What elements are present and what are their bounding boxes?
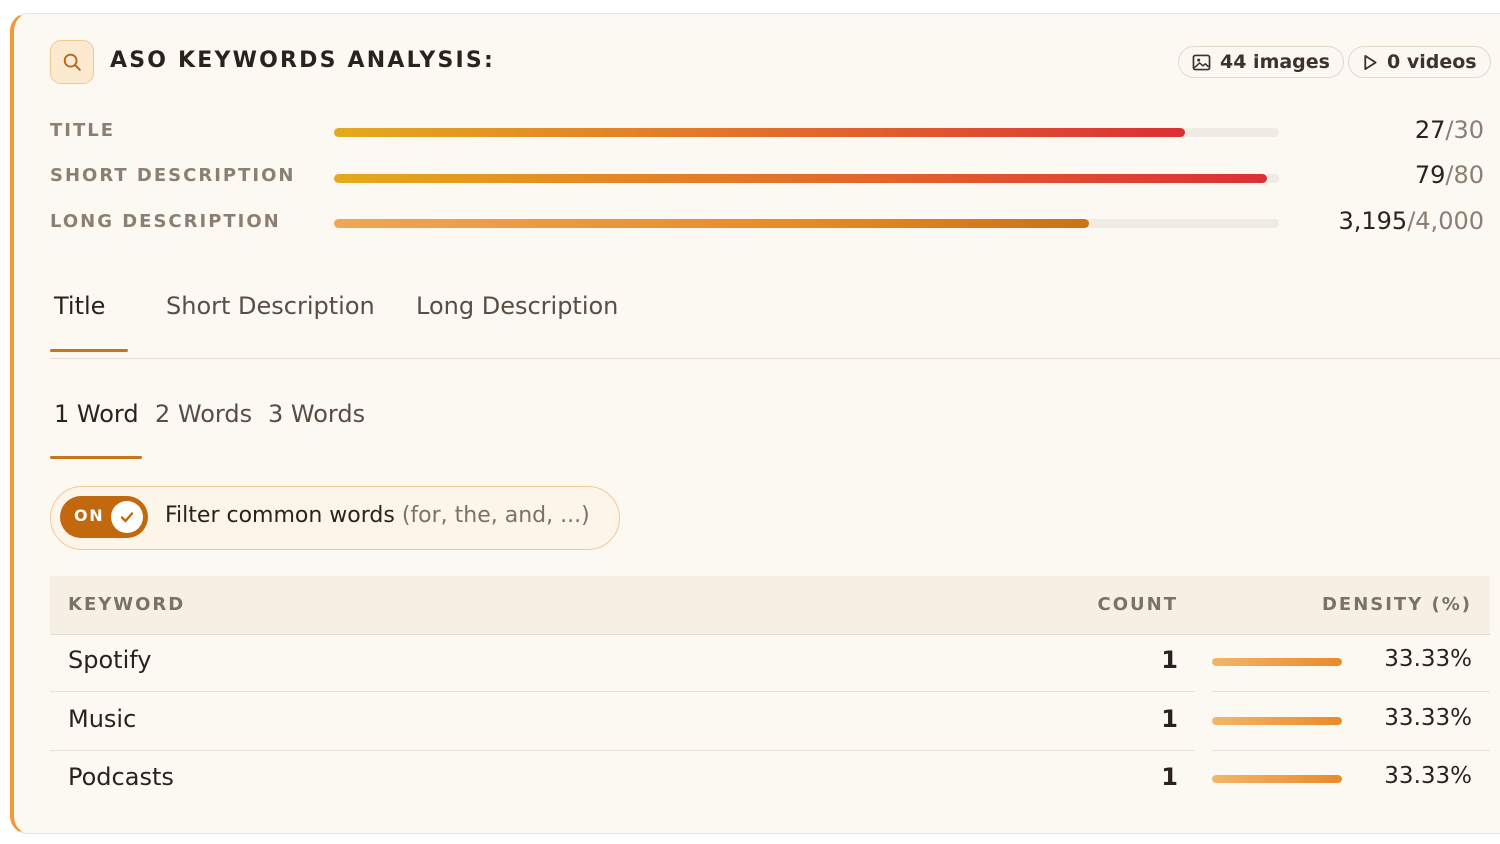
tab-2-words[interactable]: 2 Words <box>155 400 252 428</box>
row-divider <box>50 691 1195 692</box>
density-bar-fill <box>1212 658 1342 666</box>
density-cell: 33.33% <box>1384 763 1472 789</box>
table-header: KEYWORD COUNT DENSITY (%) <box>50 576 1490 635</box>
tab-long-description[interactable]: Long Description <box>416 292 618 320</box>
active-tab-indicator <box>50 349 128 352</box>
count-cell: 1 <box>1161 646 1178 674</box>
search-icon <box>63 53 81 71</box>
density-bar-fill <box>1212 775 1342 783</box>
tabs-divider <box>50 358 1500 359</box>
aso-keywords-card: ASO KEYWORDS ANALYSIS: 44 images 0 video… <box>10 13 1500 834</box>
metric-label-title: TITLE <box>50 120 116 141</box>
keyword-cell: Music <box>68 705 137 733</box>
active-word-tab-indicator <box>50 456 142 459</box>
toggle-state-label: ON <box>74 506 105 525</box>
row-divider <box>1212 691 1490 692</box>
metric-value-short-description: 79/80 <box>1414 161 1484 189</box>
metric-value-long-description: 3,195/4,000 <box>1338 207 1484 235</box>
check-icon <box>120 512 134 523</box>
count-cell: 1 <box>1161 705 1178 733</box>
tab-3-words[interactable]: 3 Words <box>268 400 365 428</box>
filter-hint: (for, the, and, ...) <box>401 503 590 528</box>
column-header-count[interactable]: COUNT <box>1098 594 1178 615</box>
image-icon <box>1192 54 1211 70</box>
metric-bar-short-description <box>334 174 1279 183</box>
table-row: Music 1 33.33% <box>50 693 1490 751</box>
density-bar-fill <box>1212 717 1342 725</box>
metric-label-short-description: SHORT DESCRIPTION <box>50 165 296 186</box>
table-row: Spotify 1 33.33% <box>50 634 1490 692</box>
metric-bar-title <box>334 128 1279 137</box>
videos-badge[interactable]: 0 videos <box>1348 46 1491 78</box>
density-cell: 33.33% <box>1384 705 1472 731</box>
metric-value-title: 27/30 <box>1414 116 1484 144</box>
images-badge[interactable]: 44 images <box>1178 46 1344 78</box>
tab-title[interactable]: Title <box>54 292 105 320</box>
metric-bar-fill <box>334 174 1268 183</box>
density-bar <box>1212 775 1342 783</box>
metric-bar-fill <box>334 128 1185 137</box>
filter-common-words: ON Filter common words (for, the, and, .… <box>50 486 620 550</box>
tab-short-description[interactable]: Short Description <box>166 292 375 320</box>
images-count: 44 images <box>1220 51 1330 73</box>
count-cell: 1 <box>1161 763 1178 791</box>
videos-count: 0 videos <box>1387 51 1477 73</box>
density-bar <box>1212 658 1342 666</box>
column-header-density[interactable]: DENSITY (%) <box>1322 594 1472 615</box>
search-icon-box[interactable] <box>50 40 94 84</box>
column-header-keyword[interactable]: KEYWORD <box>68 594 185 615</box>
keyword-cell: Spotify <box>68 646 152 674</box>
toggle-knob <box>111 501 143 533</box>
filter-toggle[interactable]: ON <box>60 496 148 538</box>
density-bar <box>1212 717 1342 725</box>
keyword-cell: Podcasts <box>68 763 174 791</box>
table-row: Podcasts 1 33.33% <box>50 751 1490 809</box>
metric-bar-fill <box>334 219 1090 228</box>
filter-label: Filter common words (for, the, and, ...) <box>165 503 590 528</box>
play-icon <box>1364 54 1377 70</box>
density-cell: 33.33% <box>1384 646 1472 672</box>
page-title: ASO KEYWORDS ANALYSIS: <box>110 48 495 73</box>
metric-label-long-description: LONG DESCRIPTION <box>50 211 281 232</box>
metric-bar-long-description <box>334 219 1279 228</box>
tab-1-word[interactable]: 1 Word <box>54 400 139 428</box>
